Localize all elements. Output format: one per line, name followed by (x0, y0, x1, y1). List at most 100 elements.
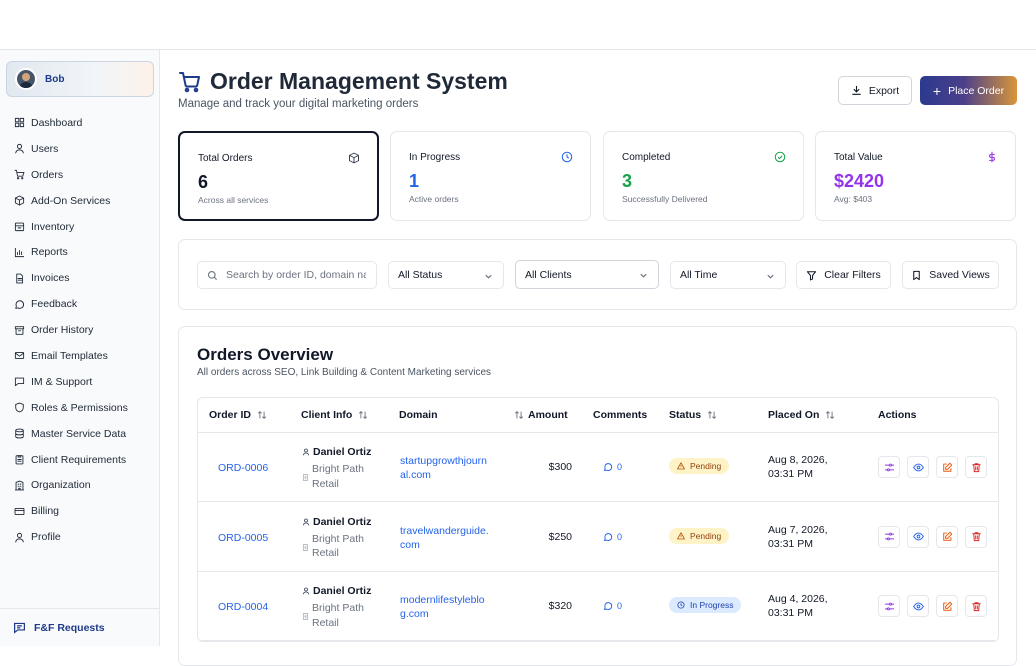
saved-views-button[interactable]: Saved Views (902, 261, 999, 289)
sidebar-item-feedback[interactable]: Feedback (0, 291, 160, 317)
stat-hint: Successfully Delivered (622, 194, 708, 204)
search-input[interactable] (226, 269, 366, 281)
column-header-client-info[interactable]: Client Info (301, 409, 368, 421)
column-header-amount[interactable]: Amount (514, 409, 568, 421)
delete-button[interactable] (965, 595, 987, 617)
comment-icon (603, 462, 617, 472)
place-order-button[interactable]: + Place Order (920, 76, 1017, 105)
sidebar-item-add-on-services[interactable]: Add-On Services (0, 188, 160, 214)
clients-select[interactable]: All Clients (515, 260, 659, 289)
view-button[interactable] (907, 595, 929, 617)
stat-hint: Avg: $403 (834, 194, 873, 204)
stat-card-in-progress[interactable]: In Progress 1 Active orders (390, 131, 591, 221)
sidebar-item-users[interactable]: Users (0, 136, 160, 162)
sidebar-item-organization[interactable]: Organization (0, 472, 160, 498)
ff-requests-link[interactable]: F&F Requests (0, 608, 160, 646)
user-card[interactable]: Bob (6, 61, 154, 97)
sort-icon (826, 411, 835, 419)
sidebar-item-roles-and-permissions[interactable]: Roles & Permissions (0, 395, 160, 421)
sidebar-item-billing[interactable]: Billing (0, 498, 160, 524)
assign-button[interactable] (878, 525, 900, 548)
delete-button[interactable] (965, 525, 987, 548)
sidebar-item-email-templates[interactable]: Email Templates (0, 343, 160, 369)
orders-table: Order ID Client Info Domain Amount Comme… (197, 397, 999, 642)
sliders-icon (884, 462, 895, 473)
status-text: Pending (690, 461, 722, 471)
sidebar-item-inventory[interactable]: Inventory (0, 214, 160, 240)
sidebar-item-order-history[interactable]: Order History (0, 317, 160, 343)
column-header-domain[interactable]: Domain (399, 409, 438, 421)
sort-icon (514, 411, 524, 419)
domain-link[interactable]: travelwanderguide.com (400, 524, 492, 552)
time-select[interactable]: All Time (670, 261, 786, 289)
edit-icon (942, 531, 953, 542)
status-badge: In Progress (669, 597, 742, 613)
edit-button[interactable] (936, 595, 958, 617)
stat-card-total-value[interactable]: Total Value $2420 Avg: $403 (815, 131, 1016, 221)
column-header-status[interactable]: Status (669, 409, 717, 421)
check-circle-icon (774, 151, 786, 163)
order-amount: $320 (548, 600, 572, 612)
bookmark-icon (913, 270, 920, 280)
export-button[interactable]: Export (838, 76, 912, 105)
sidebar-item-invoices[interactable]: Invoices (0, 265, 160, 291)
client-name: Daniel Ortiz (302, 516, 371, 528)
order-id-link[interactable]: ORD-0005 (218, 532, 268, 544)
edit-button[interactable] (936, 525, 958, 548)
comments-button[interactable]: 0 (603, 601, 622, 611)
view-button[interactable] (907, 456, 929, 478)
sidebar: Bob Dashboard Users Orders Add-On Services I… (0, 50, 160, 646)
edit-icon (942, 601, 953, 612)
inventory-icon (13, 221, 25, 233)
credit-card-icon (13, 505, 25, 517)
edit-button[interactable] (936, 456, 958, 478)
comments-button[interactable]: 0 (603, 462, 622, 472)
table-row[interactable]: ORD-0004 Daniel Ortiz Bright Path Retail mo… (198, 572, 998, 641)
building-icon (13, 479, 25, 491)
domain-link[interactable]: modernlifestyleblog.com (400, 593, 492, 621)
clear-filters-button[interactable]: Clear Filters (796, 261, 891, 289)
sidebar-item-label: Feedback (31, 298, 78, 311)
sidebar-item-label: Dashboard (31, 116, 83, 129)
sidebar-item-client-requirements[interactable]: Client Requirements (0, 447, 160, 473)
sidebar-item-profile[interactable]: Profile (0, 524, 160, 550)
clipboard-icon (13, 454, 25, 466)
status-select[interactable]: All Status (388, 261, 504, 289)
orders-subtitle: All orders across SEO, Link Building & C… (197, 367, 492, 378)
eye-icon (912, 601, 924, 612)
sidebar-item-orders[interactable]: Orders (0, 162, 160, 188)
stat-value: 3 (622, 171, 633, 191)
stat-card-total-orders[interactable]: Total Orders 6 Across all services (178, 131, 379, 221)
sidebar-item-label: Email Templates (31, 349, 108, 362)
sidebar-item-reports[interactable]: Reports (0, 239, 160, 265)
assign-button[interactable] (878, 456, 900, 478)
placed-on-text: Aug 4, 2026, 03:31 PM (768, 593, 828, 619)
stat-card-completed[interactable]: Completed 3 Successfully Delivered (603, 131, 804, 221)
search-box[interactable] (197, 261, 377, 289)
status-text: Pending (690, 530, 722, 541)
delete-button[interactable] (965, 456, 987, 478)
table-header: Order ID Client Info Domain Amount Comme… (198, 398, 998, 433)
clear-filters-label: Clear Filters (824, 269, 881, 281)
column-label: Client Info (301, 409, 353, 421)
assign-button[interactable] (878, 595, 900, 617)
table-row[interactable]: ORD-0006 Daniel Ortiz Bright Path Retail st… (198, 433, 998, 502)
order-id-link[interactable]: ORD-0006 (218, 462, 268, 474)
sidebar-item-label: Users (31, 142, 59, 155)
column-label: Actions (878, 409, 917, 421)
sidebar-item-dashboard[interactable]: Dashboard (0, 110, 160, 136)
column-header-order-id[interactable]: Order ID (209, 409, 267, 421)
column-label: Domain (399, 409, 438, 421)
sidebar-item-im-and-support[interactable]: IM & Support (0, 369, 160, 395)
column-header-placed-on[interactable]: Placed On (768, 409, 835, 421)
table-row[interactable]: ORD-0005 Daniel Ortiz Bright Path Retail tr… (198, 503, 998, 572)
view-button[interactable] (907, 525, 929, 548)
order-id-link[interactable]: ORD-0004 (218, 601, 268, 613)
comments-button[interactable]: 0 (603, 532, 622, 542)
cart-icon (13, 169, 25, 181)
comments-count: 0 (617, 462, 623, 472)
comment-icon (603, 532, 617, 542)
database-icon (13, 428, 25, 440)
domain-link[interactable]: startupgrowthjournal.com (400, 454, 492, 482)
sidebar-item-master-service-data[interactable]: Master Service Data (0, 421, 160, 447)
